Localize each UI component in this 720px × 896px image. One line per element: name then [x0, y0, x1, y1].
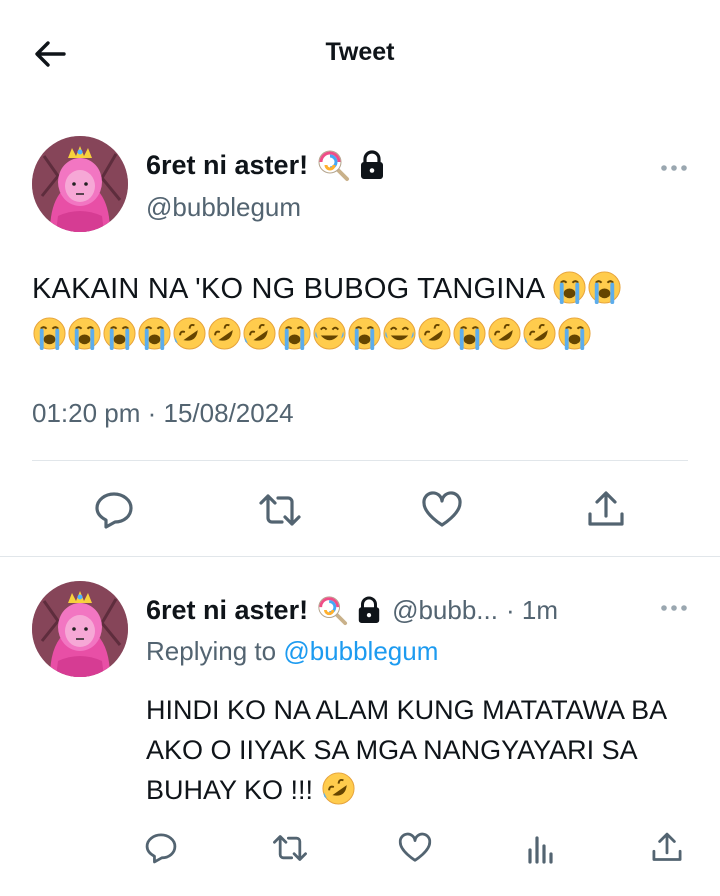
face-with-tears-of-joy-emoji: [382, 317, 417, 351]
author-name[interactable]: 6ret ni aster!: [146, 150, 308, 181]
face-with-tears-of-joy-emoji: [312, 317, 347, 351]
share-icon[interactable]: [645, 826, 689, 870]
top-bar: Tweet: [0, 0, 720, 106]
lock-icon: [356, 595, 382, 625]
divider: [32, 460, 688, 461]
avatar[interactable]: [32, 581, 128, 677]
lollipop-icon: [316, 594, 348, 626]
replying-handle-link[interactable]: @bubblegum: [283, 636, 438, 666]
emoji-group: [321, 772, 356, 805]
retweet-icon[interactable]: [268, 826, 312, 870]
page-title: Tweet: [325, 38, 395, 66]
loudly-crying-face-emoji: [557, 317, 592, 351]
loudly-crying-face-emoji: [277, 317, 312, 351]
loudly-crying-face-emoji: [102, 317, 137, 351]
reply-icon[interactable]: [139, 826, 183, 870]
tweet-text-content: KAKAIN NA 'KO NG BUBOG TANGINA: [32, 273, 544, 305]
more-options-icon[interactable]: [656, 596, 696, 620]
loudly-crying-face-emoji: [137, 317, 172, 351]
loudly-crying-face-emoji: [67, 317, 102, 351]
loudly-crying-face-emoji: [587, 271, 622, 305]
loudly-crying-face-emoji: [347, 317, 382, 351]
reply-header: 6ret ni aster! @bubb... · 1m: [146, 594, 558, 626]
rolling-on-floor-laughing-emoji: [321, 772, 356, 805]
rolling-on-floor-laughing-emoji: [242, 317, 277, 351]
loudly-crying-face-emoji: [452, 317, 487, 351]
reply-icon[interactable]: [90, 486, 138, 534]
author-name-row: 6ret ni aster!: [146, 148, 386, 182]
lock-icon: [358, 149, 386, 181]
more-options-icon[interactable]: [656, 156, 696, 180]
divider: [0, 556, 720, 557]
emoji-group: [32, 317, 592, 351]
rolling-on-floor-laughing-emoji: [207, 317, 242, 351]
share-icon[interactable]: [582, 486, 630, 534]
avatar[interactable]: [32, 136, 128, 232]
replying-prefix: Replying to: [146, 636, 277, 666]
loudly-crying-face-emoji: [552, 271, 587, 305]
analytics-icon[interactable]: [519, 826, 563, 870]
author-handle[interactable]: @bubblegum: [146, 192, 301, 223]
replying-to: Replying to @bubblegum: [146, 636, 438, 667]
loudly-crying-face-emoji: [32, 317, 67, 351]
tweet-text: KAKAIN NA 'KO NG BUBOG TANGINA: [32, 266, 692, 358]
like-icon[interactable]: [393, 826, 437, 870]
retweet-icon[interactable]: [256, 486, 304, 534]
reply-text: HINDI KO NA ALAM KUNG MATATAWA BA AKO O …: [146, 690, 706, 810]
rolling-on-floor-laughing-emoji: [417, 317, 452, 351]
rolling-on-floor-laughing-emoji: [522, 317, 557, 351]
emoji-group: [552, 271, 622, 305]
rolling-on-floor-laughing-emoji: [172, 317, 207, 351]
reply-author-name[interactable]: 6ret ni aster!: [146, 595, 308, 626]
reply-handle[interactable]: @bubb...: [392, 595, 498, 626]
like-icon[interactable]: [418, 486, 466, 534]
tweet-timestamp[interactable]: 01:20 pm · 15/08/2024: [32, 398, 294, 429]
reply-text-content: HINDI KO NA ALAM KUNG MATATAWA BA AKO O …: [146, 695, 666, 805]
rolling-on-floor-laughing-emoji: [487, 317, 522, 351]
lollipop-icon: [316, 148, 350, 182]
reply-time[interactable]: · 1m: [506, 595, 558, 626]
